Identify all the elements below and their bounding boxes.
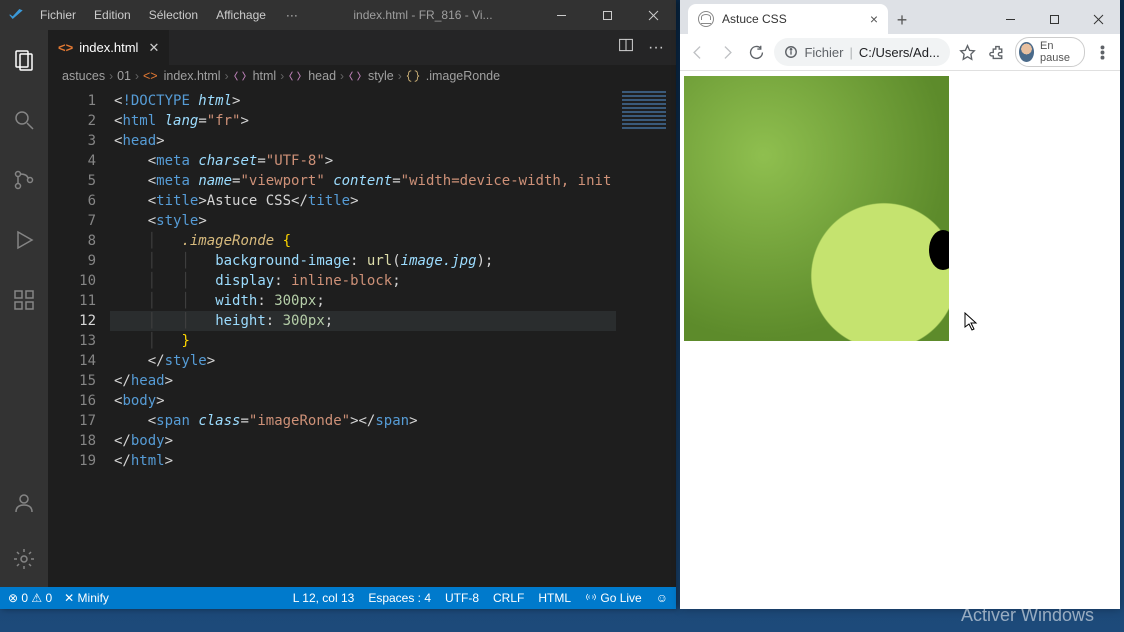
status-problems[interactable]: ⊗ 0 ⚠ 0 [8,591,52,605]
editor-tab[interactable]: <> index.html ✕ [48,30,170,65]
brackets-icon [348,69,362,83]
forward-button[interactable] [715,37,738,67]
editor-tabs: <> index.html ✕ ··· [48,30,676,65]
code-editor[interactable]: 12345678910111213141516171819 <!DOCTYPE … [48,87,676,587]
brackets-icon [233,69,247,83]
file-icon: <> [143,69,158,83]
reload-button[interactable] [745,37,768,67]
status-indent[interactable]: Espaces : 4 [368,591,431,605]
chrome-menu-icon[interactable] [1091,37,1114,67]
status-bar: ⊗ 0 ⚠ 0 ✕ Minify L 12, col 13 Espaces : … [0,587,676,609]
breadcrumb-item[interactable]: index.html [164,69,221,83]
editor-more-icon[interactable]: ··· [648,39,664,57]
window-minimize-button[interactable] [538,0,584,30]
vscode-menu: Fichier Edition Sélection Affichage ··· [32,0,308,30]
breadcrumb-item[interactable]: .imageRonde [426,69,500,83]
new-tab-button[interactable]: + [888,6,916,34]
back-button[interactable] [686,37,709,67]
url-text: C:/Users/Ad... [859,45,940,60]
source-control-icon[interactable] [0,160,48,200]
search-icon[interactable] [0,100,48,140]
breadcrumb-item[interactable]: html [253,69,277,83]
profile-label: En pause [1040,40,1075,64]
breadcrumb-item[interactable]: 01 [117,69,131,83]
status-encoding[interactable]: UTF-8 [445,591,479,605]
line-gutter: 12345678910111213141516171819 [48,87,110,587]
account-icon[interactable] [0,483,48,523]
breadcrumb[interactable]: astuces› 01› <>index.html› html› head› s… [48,65,676,87]
status-feedback-icon[interactable]: ☺ [656,591,668,605]
status-cursor-position[interactable]: L 12, col 13 [293,591,355,605]
tab-close-icon[interactable]: × [870,11,878,27]
window-minimize-button[interactable] [988,4,1032,34]
extensions-icon[interactable] [0,280,48,320]
activate-windows-watermark: Activer Windows [961,605,1094,626]
breadcrumb-item[interactable]: head [308,69,336,83]
profile-button[interactable]: En pause [1015,37,1085,67]
vscode-titlebar: Fichier Edition Sélection Affichage ··· … [0,0,676,30]
status-golive[interactable]: Go Live [585,591,642,605]
window-close-button[interactable] [630,0,676,30]
tab-close-icon[interactable]: ✕ [148,40,159,56]
html-file-icon: <> [58,40,73,55]
chrome-toolbar: Fichier | C:/Users/Ad... En pause [680,34,1120,71]
window-maximize-button[interactable] [584,0,630,30]
chrome-titlebar: Astuce CSS × + [680,0,1120,34]
page-viewport [680,71,1120,609]
vscode-window: Fichier Edition Sélection Affichage ··· … [0,0,676,609]
info-icon [784,45,798,59]
settings-gear-icon[interactable] [0,539,48,579]
run-debug-icon[interactable] [0,220,48,260]
window-title: index.html - FR_816 - Vi... [308,8,538,22]
menu-selection[interactable]: Sélection [141,0,206,30]
status-minify[interactable]: ✕ Minify [64,591,109,605]
tab-filename: index.html [79,40,138,55]
code-content[interactable]: <!DOCTYPE html><html lang="fr"><head> <m… [110,87,676,587]
editor-group: <> index.html ✕ ··· astuces› 01› <>index… [48,30,676,587]
globe-icon [698,11,714,27]
address-bar[interactable]: Fichier | C:/Users/Ad... [774,38,949,66]
tab-title: Astuce CSS [722,12,787,26]
menu-file[interactable]: Fichier [32,0,84,30]
minimap[interactable] [616,87,676,587]
window-close-button[interactable] [1076,4,1120,34]
activity-bar [0,30,48,587]
breadcrumb-item[interactable]: astuces [62,69,105,83]
rendered-image [684,76,949,341]
window-maximize-button[interactable] [1032,4,1076,34]
vscode-logo-icon [0,7,32,23]
browser-tab[interactable]: Astuce CSS × [688,4,888,34]
explorer-icon[interactable] [0,40,48,80]
brackets-icon [288,69,302,83]
chrome-window: Astuce CSS × + Fichier | C:/Users/Ad... [680,0,1120,609]
status-language[interactable]: HTML [538,591,571,605]
curly-icon [406,69,420,83]
menu-view[interactable]: Affichage [208,0,274,30]
url-scheme: Fichier [804,45,843,60]
breadcrumb-item[interactable]: style [368,69,394,83]
bookmark-icon[interactable] [956,37,979,67]
split-editor-icon[interactable] [618,37,634,58]
extensions-icon[interactable] [985,37,1008,67]
status-eol[interactable]: CRLF [493,591,524,605]
menu-edit[interactable]: Edition [86,0,139,30]
menu-overflow[interactable]: ··· [276,0,308,30]
avatar [1019,42,1034,62]
